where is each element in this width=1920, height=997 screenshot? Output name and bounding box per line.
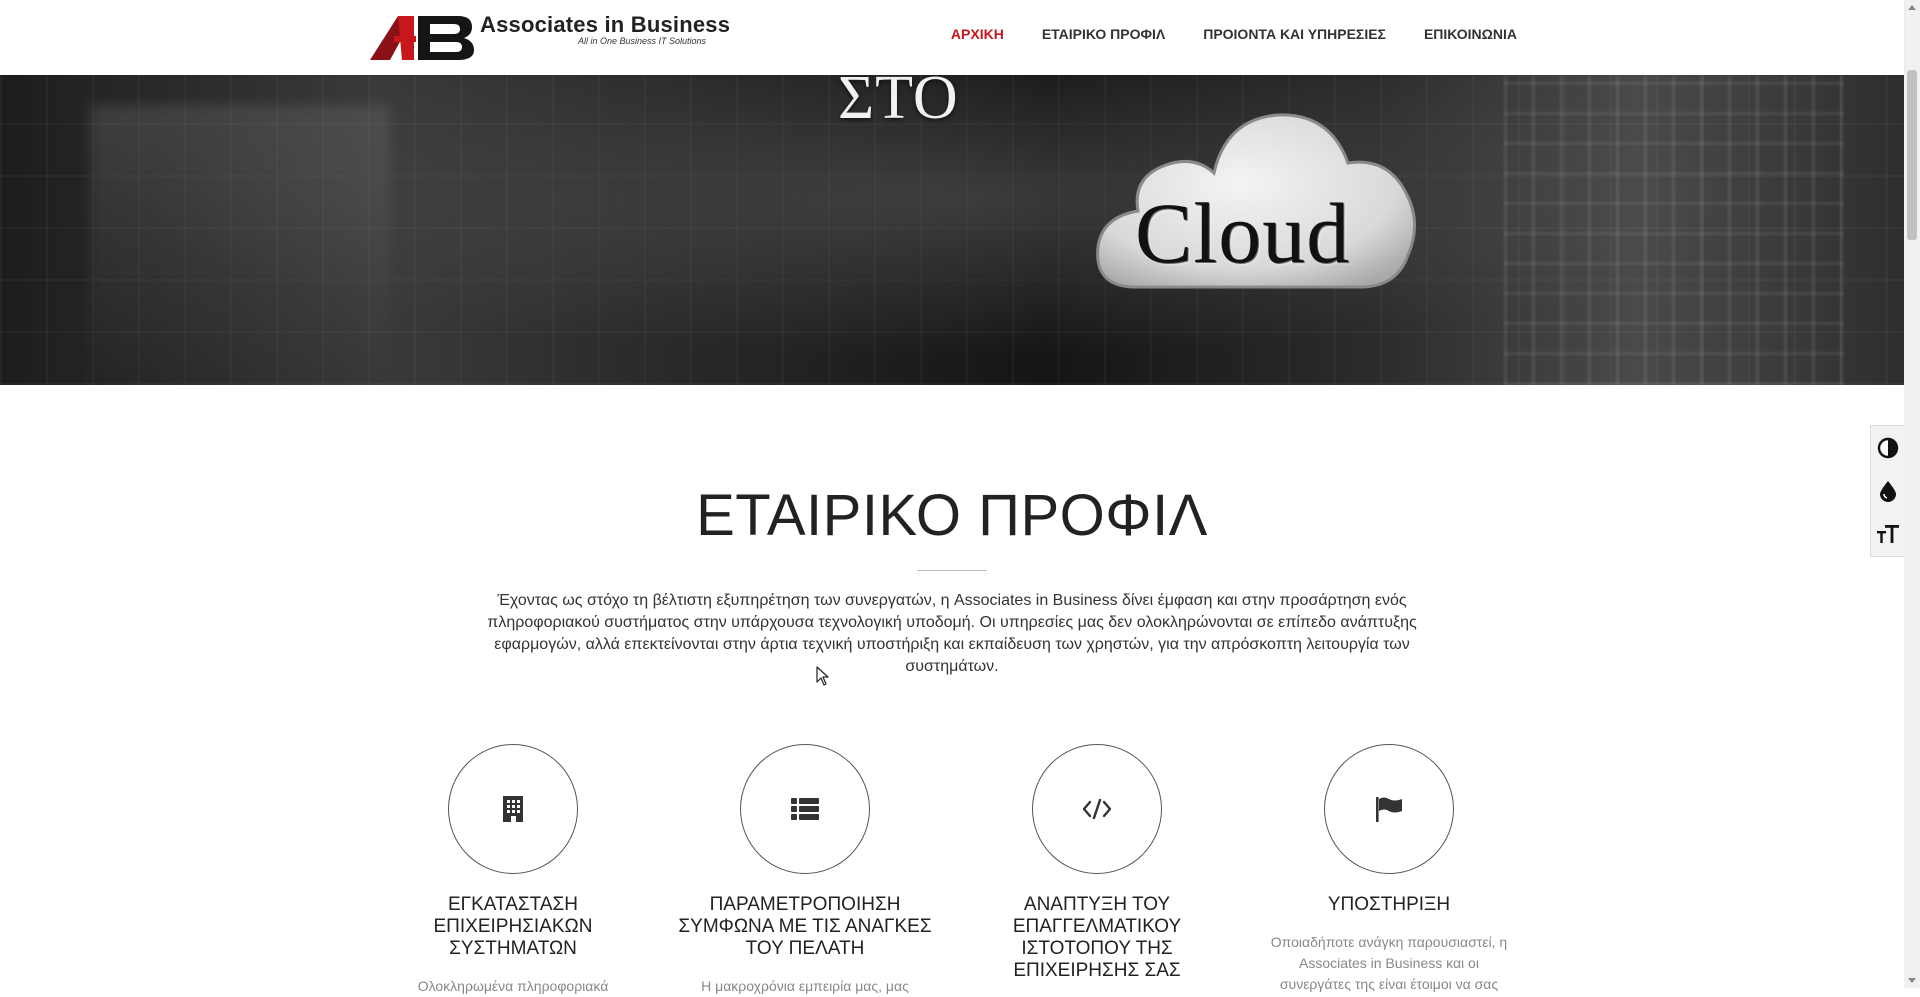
feature-icon-circle[interactable] — [740, 744, 870, 874]
logo-tagline: All in One Business IT Solutions — [578, 36, 707, 46]
feature-title: ΠΑΡΑΜΕΤΡΟΠΟΙΗΣΗ ΣΥΜΦΩΝΑ ΜΕ ΤΙΣ ΑΝΑΓΚΕΣ Τ… — [678, 894, 932, 959]
nav-item-home[interactable]: ΑΡΧΙΚΗ — [951, 26, 1004, 42]
hero-background-shade — [90, 105, 390, 385]
page-scrollbar[interactable] — [1904, 0, 1920, 988]
feature-icon-circle[interactable] — [448, 744, 578, 874]
scroll-down-arrow-icon[interactable] — [1908, 978, 1916, 983]
hero-background-grid — [1504, 75, 1844, 385]
feature-icon-circle[interactable] — [1324, 744, 1454, 874]
contrast-button[interactable] — [1875, 435, 1901, 461]
title-divider — [917, 570, 987, 571]
site-logo[interactable]: Associates in Business All in One Busine… — [368, 10, 730, 62]
profile-intro: Έχοντας ως στόχο τη βέλτιστη εξυπηρέτηση… — [487, 592, 1417, 675]
nav-item-contact[interactable]: ΕΠΙΚΟΙΝΩΝΙΑ — [1424, 26, 1517, 42]
logo-title: Associates in Business — [480, 12, 731, 37]
building-icon — [503, 796, 523, 822]
feature-text: Οποιαδήποτε ανάγκη παρουσιαστεί, η Assoc… — [1270, 934, 1508, 992]
flag-icon — [1376, 797, 1402, 822]
nav-item-company-profile[interactable]: ΕΤΑΙΡΙΚΟ ΠΡΟΦΙΛ — [1042, 26, 1165, 42]
grayscale-drop-icon — [1880, 480, 1896, 502]
feature-title: ΑΝΑΠΤΥΞΗ ΤΟΥ ΕΠΑΓΓΕΛΜΑΤΙΚΟΥ ΙΣΤΟΤΟΠΟΥ ΤΗ… — [1012, 894, 1182, 981]
text-size-button[interactable] — [1875, 521, 1901, 547]
feature-title: ΕΓΚΑΤΑΣΤΑΣΗ ΕΠΙΧΕΙΡΗΣΙΑΚΩΝ ΣΥΣΤΗΜΑΤΩΝ — [433, 894, 593, 959]
hero-banner: ΣΤΟ Cloud — [0, 75, 1904, 385]
contrast-icon — [1877, 437, 1899, 458]
text-size-icon — [1877, 525, 1899, 544]
mouse-cursor-icon — [816, 666, 829, 686]
scrollbar-thumb[interactable] — [1907, 70, 1917, 240]
grayscale-button[interactable] — [1875, 478, 1901, 504]
feature-icon-circle[interactable] — [1032, 744, 1162, 874]
list-icon — [791, 798, 819, 820]
main-nav: ΑΡΧΙΚΗ ΕΤΑΙΡΙΚΟ ΠΡΟΦΙΛ ΠΡΟΙΟΝΤΑ ΚΑΙ ΥΠΗΡ… — [951, 26, 1517, 42]
cloud-word: Cloud — [1135, 185, 1351, 281]
feature-title: ΥΠΟΣΤΗΡΙΞΗ — [1327, 894, 1451, 915]
accessibility-toolbar — [1870, 425, 1905, 557]
site-header: Associates in Business All in One Busine… — [0, 0, 1904, 75]
hero-heading-fragment: ΣΤΟ — [838, 75, 959, 132]
scroll-up-arrow-icon[interactable] — [1908, 5, 1916, 10]
code-icon — [1082, 798, 1112, 820]
feature-text: Ολοκληρωμένα πληροφοριακά — [417, 978, 609, 994]
feature-text: Η μακροχρόνια εμπειρία μας, μας — [701, 978, 909, 994]
logo-mark-icon — [370, 16, 474, 60]
section-title: ΕΤΑΙΡΙΚΟ ΠΡΟΦΙΛ — [696, 483, 1208, 548]
nav-item-products-services[interactable]: ΠΡΟΙΟΝΤΑ ΚΑΙ ΥΠΗΡΕΣΙΕΣ — [1203, 26, 1386, 42]
